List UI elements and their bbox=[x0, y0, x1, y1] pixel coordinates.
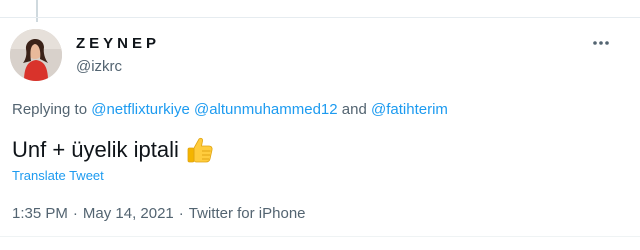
bottom-divider bbox=[0, 236, 640, 237]
thread-connector-line bbox=[36, 0, 38, 22]
user-handle[interactable]: @izkrc bbox=[76, 58, 122, 75]
tweet-text-content: Unf + üyelik iptali bbox=[12, 137, 179, 162]
mention-link-altunmuhammed12[interactable]: @altunmuhammed12 bbox=[194, 101, 338, 118]
tweet-text: Unf + üyelik iptali bbox=[12, 135, 215, 165]
mention-link-netflixturkiye[interactable]: @netflixturkiye bbox=[91, 101, 190, 118]
tweet-date[interactable]: May 14, 2021 bbox=[83, 205, 174, 222]
mention-joiner: and bbox=[341, 101, 367, 118]
user-avatar-photo bbox=[10, 29, 62, 81]
more-horizontal-icon bbox=[593, 41, 609, 45]
display-name[interactable]: ZEYNEP bbox=[76, 35, 160, 52]
replying-to-label: Replying to bbox=[12, 101, 88, 118]
meta-separator: · bbox=[72, 205, 78, 222]
tweet-time[interactable]: 1:35 PM bbox=[12, 205, 68, 222]
more-options-button[interactable] bbox=[588, 30, 614, 56]
tweet-source[interactable]: Twitter for iPhone bbox=[189, 205, 306, 222]
replying-to-line: Replying to @netflixturkiye @altunmuhamm… bbox=[12, 101, 448, 118]
mention-link-fatihterim[interactable]: @fatihterim bbox=[371, 101, 448, 118]
tweet-metadata: 1:35 PM · May 14, 2021 · Twitter for iPhone bbox=[12, 205, 306, 222]
translate-tweet-link[interactable]: Translate Tweet bbox=[12, 168, 104, 183]
top-divider bbox=[0, 17, 640, 18]
thumbs-up-emoji-icon bbox=[187, 137, 213, 163]
avatar[interactable] bbox=[10, 29, 62, 81]
meta-separator: · bbox=[178, 205, 184, 222]
